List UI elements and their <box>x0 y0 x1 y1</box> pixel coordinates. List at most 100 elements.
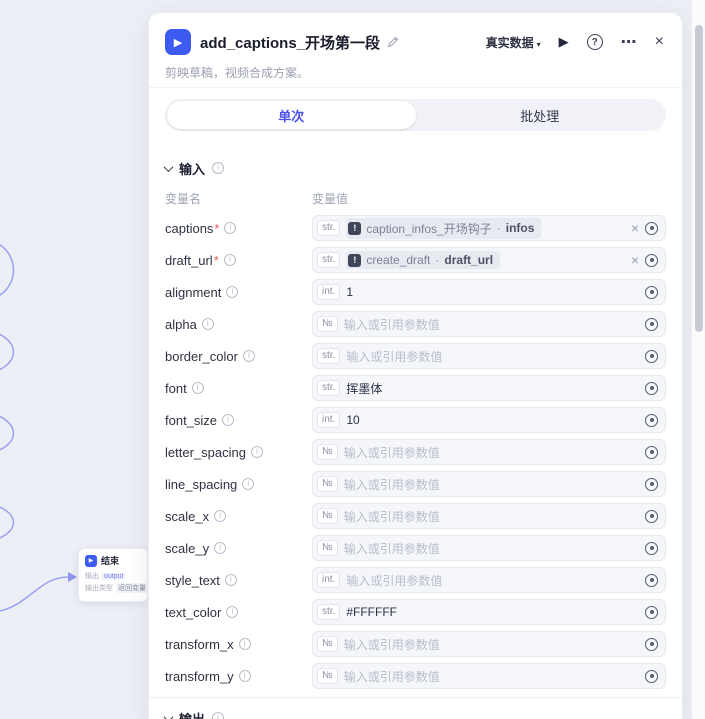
param-name: alpha <box>165 317 197 332</box>
reference-toggle-icon[interactable] <box>645 222 658 235</box>
param-name-cell: scale_x i <box>165 509 312 524</box>
param-value-text: #FFFFFF <box>346 605 397 619</box>
chevron-collapse-icon[interactable] <box>164 712 174 719</box>
param-value-field[interactable]: str. ! caption_infos_开场钩子 · infos × <box>312 215 666 241</box>
reference-toggle-icon[interactable] <box>645 446 658 459</box>
info-icon[interactable]: i <box>242 478 254 490</box>
param-name: text_color <box>165 605 221 620</box>
info-icon[interactable]: i <box>251 446 263 458</box>
param-value-text: 输入或引用参数值 <box>346 348 442 365</box>
reference-toggle-icon[interactable] <box>645 574 658 587</box>
info-icon[interactable]: i <box>224 254 236 266</box>
mode-tabbar: 单次 批处理 <box>165 99 666 131</box>
type-badge: № <box>317 444 338 461</box>
help-icon[interactable]: ? <box>587 34 603 50</box>
info-icon[interactable]: i <box>192 382 204 394</box>
data-mode-dropdown[interactable]: 真实数据▾ <box>486 34 541 51</box>
param-value-text: 1 <box>346 285 353 299</box>
info-icon[interactable]: i <box>222 414 234 426</box>
info-icon[interactable]: i <box>239 670 251 682</box>
reference-toggle-icon[interactable] <box>645 414 658 427</box>
reference-toggle-icon[interactable] <box>645 638 658 651</box>
param-name-cell: font_size i <box>165 413 312 428</box>
reference-toggle-icon[interactable] <box>645 670 658 683</box>
required-asterisk: * <box>214 221 219 236</box>
param-value-field[interactable]: № 输入或引用参数值 <box>312 471 666 497</box>
end-node-output-type-value: 返回变量 <box>116 583 148 593</box>
info-icon[interactable]: i <box>225 574 237 586</box>
more-options-icon[interactable]: ⋯ <box>621 32 637 52</box>
reference-toggle-icon[interactable] <box>645 478 658 491</box>
param-row: border_color i str. 输入或引用参数值 <box>165 343 666 369</box>
scrollbar-thumb[interactable] <box>695 25 703 332</box>
param-name-cell: transform_x i <box>165 637 312 652</box>
param-value-field[interactable]: № 输入或引用参数值 <box>312 311 666 337</box>
param-name-cell: transform_y i <box>165 669 312 684</box>
param-row: font i str. 挥墨体 <box>165 375 666 401</box>
param-name: line_spacing <box>165 477 237 492</box>
end-node[interactable]: ▶ 结束 输出 output 输出类型 返回变量 <box>78 548 148 602</box>
param-value-field[interactable]: № 输入或引用参数值 <box>312 535 666 561</box>
tab-batch[interactable]: 批处理 <box>416 101 665 129</box>
param-value-field[interactable]: int. 1 <box>312 279 666 305</box>
param-value-text: 挥墨体 <box>346 380 382 397</box>
param-name: scale_x <box>165 509 209 524</box>
reference-tag[interactable]: ! create_draft · draft_url <box>346 251 500 269</box>
param-value-field[interactable]: str. ! create_draft · draft_url × <box>312 247 666 273</box>
param-value-field[interactable]: str. 挥墨体 <box>312 375 666 401</box>
type-badge: № <box>317 540 338 557</box>
close-icon[interactable]: × <box>655 33 664 51</box>
node-config-panel: ▶ add_captions_开场第一段 真实数据▾ ▶ ? ⋯ × 剪映草稿，… <box>148 12 683 719</box>
remove-reference-icon[interactable]: × <box>631 253 639 267</box>
info-icon[interactable]: i <box>212 162 224 174</box>
info-icon[interactable]: i <box>226 606 238 618</box>
reference-field-name: infos <box>506 221 535 235</box>
param-row: text_color i str. #FFFFFF <box>165 599 666 625</box>
type-badge: int. <box>317 284 340 301</box>
param-name-cell: font i <box>165 381 312 396</box>
info-icon[interactable]: i <box>226 286 238 298</box>
info-icon[interactable]: i <box>243 350 255 362</box>
info-icon[interactable]: i <box>214 510 226 522</box>
reference-toggle-icon[interactable] <box>645 254 658 267</box>
param-value-field[interactable]: int. 10 <box>312 407 666 433</box>
param-value-field[interactable]: str. 输入或引用参数值 <box>312 343 666 369</box>
param-value-field[interactable]: № 输入或引用参数值 <box>312 503 666 529</box>
run-button[interactable]: ▶ <box>559 34 569 50</box>
reference-tag[interactable]: ! caption_infos_开场钩子 · infos <box>346 218 541 239</box>
type-badge: str. <box>317 220 340 237</box>
info-icon[interactable]: i <box>239 638 251 650</box>
param-value-field[interactable]: № 输入或引用参数值 <box>312 631 666 657</box>
reference-toggle-icon[interactable] <box>645 510 658 523</box>
remove-reference-icon[interactable]: × <box>631 221 639 235</box>
param-name: transform_x <box>165 637 234 652</box>
param-name: captions <box>165 221 213 236</box>
tab-single-run[interactable]: 单次 <box>167 101 416 129</box>
reference-toggle-icon[interactable] <box>645 542 658 555</box>
info-icon[interactable]: i <box>212 712 224 719</box>
param-value-field[interactable]: str. #FFFFFF <box>312 599 666 625</box>
param-value-text: 输入或引用参数值 <box>344 540 440 557</box>
chevron-collapse-icon[interactable] <box>164 162 174 172</box>
param-row: draft_url* i str. ! create_draft · draft… <box>165 247 666 273</box>
node-type-icon: ▶ <box>165 29 191 55</box>
param-value-field[interactable]: № 输入或引用参数值 <box>312 663 666 689</box>
column-variable-value: 变量值 <box>312 190 348 206</box>
edit-title-icon[interactable] <box>387 36 399 48</box>
type-badge: str. <box>317 348 340 365</box>
column-headers: 变量名 变量值 <box>165 190 666 206</box>
param-value-field[interactable]: int. 输入或引用参数值 <box>312 567 666 593</box>
scrollbar-track[interactable] <box>691 0 705 719</box>
info-icon[interactable]: i <box>214 542 226 554</box>
info-icon[interactable]: i <box>224 222 236 234</box>
reference-toggle-icon[interactable] <box>645 350 658 363</box>
reference-toggle-icon[interactable] <box>645 286 658 299</box>
info-icon[interactable]: i <box>202 318 214 330</box>
param-value-field[interactable]: № 输入或引用参数值 <box>312 439 666 465</box>
reference-toggle-icon[interactable] <box>645 318 658 331</box>
param-name: font <box>165 381 187 396</box>
param-name-cell: scale_y i <box>165 541 312 556</box>
param-value-text: 输入或引用参数值 <box>344 316 440 333</box>
reference-toggle-icon[interactable] <box>645 382 658 395</box>
reference-toggle-icon[interactable] <box>645 606 658 619</box>
